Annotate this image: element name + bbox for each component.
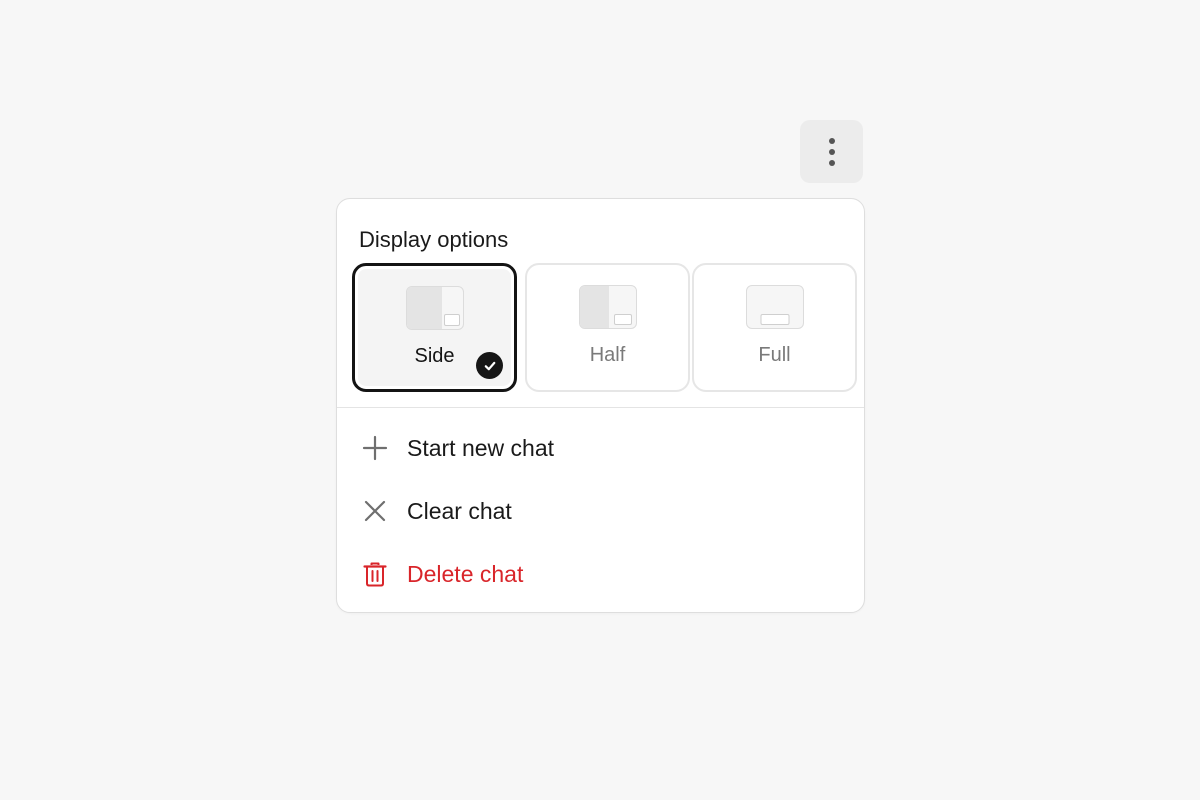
close-icon xyxy=(361,497,389,525)
display-option-full[interactable]: Full xyxy=(692,263,857,392)
layout-side-icon xyxy=(405,286,464,330)
start-new-chat-item[interactable]: Start new chat xyxy=(337,421,864,475)
stage: Display options Side Half Full Start new… xyxy=(0,0,1200,800)
display-option-label: Full xyxy=(758,344,791,366)
layout-half-icon xyxy=(578,285,637,329)
menu-divider xyxy=(337,407,864,408)
display-option-half[interactable]: Half xyxy=(525,263,690,392)
menu-title: Display options xyxy=(359,227,509,252)
clear-chat-item[interactable]: Clear chat xyxy=(337,484,864,538)
trash-icon xyxy=(361,560,389,588)
layout-full-icon xyxy=(745,285,804,329)
action-label: Start new chat xyxy=(407,435,555,461)
display-option-label: Half xyxy=(589,344,626,366)
action-label: Clear chat xyxy=(407,498,512,524)
plus-icon xyxy=(361,434,389,462)
more-options-button[interactable] xyxy=(800,120,863,183)
action-label: Delete chat xyxy=(407,561,524,587)
delete-chat-item[interactable]: Delete chat xyxy=(337,547,864,601)
more-vertical-icon xyxy=(828,137,835,166)
display-option-side[interactable]: Side xyxy=(352,263,517,392)
check-icon xyxy=(476,352,503,379)
display-options-menu: Display options Side Half Full Start new… xyxy=(336,198,865,613)
